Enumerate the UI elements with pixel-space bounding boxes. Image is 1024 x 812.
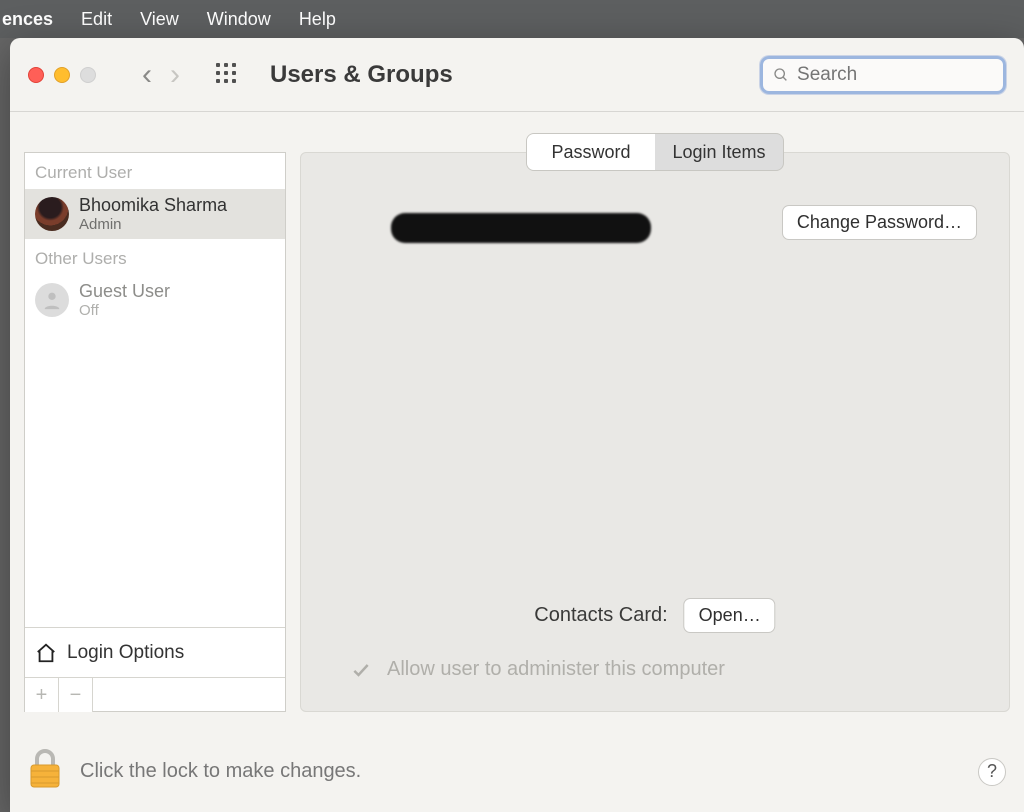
menubar-item-window[interactable]: Window [207, 9, 271, 30]
current-user-header: Current User [25, 153, 285, 189]
menubar-item-edit[interactable]: Edit [81, 9, 112, 30]
minimize-window-button[interactable] [54, 67, 70, 83]
menubar-item-help[interactable]: Help [299, 9, 336, 30]
lock-footer: Click the lock to make changes. ? [28, 749, 1006, 794]
lock-message: Click the lock to make changes. [80, 760, 361, 783]
system-menubar: ences Edit View Window Help [0, 0, 1024, 38]
other-users-header: Other Users [25, 239, 285, 275]
main-panel: Password Login Items Change Password… Co… [300, 152, 1010, 712]
close-window-button[interactable] [28, 67, 44, 83]
forward-button[interactable]: › [170, 60, 180, 90]
add-remove-bar: + − [25, 677, 285, 711]
menubar-app-name[interactable]: ences [0, 9, 53, 30]
open-contacts-button[interactable]: Open… [684, 598, 776, 633]
change-password-button[interactable]: Change Password… [782, 205, 977, 240]
window-title: Users & Groups [270, 61, 453, 89]
user-name-label: Bhoomika Sharma [79, 195, 227, 216]
search-icon [773, 66, 789, 84]
lock-icon [28, 749, 62, 789]
contacts-card-label: Contacts Card: [534, 604, 667, 627]
admin-checkbox-label: Allow user to administer this computer [387, 658, 725, 681]
menubar-item-view[interactable]: View [140, 9, 179, 30]
redacted-username [391, 213, 651, 243]
tab-password[interactable]: Password [527, 134, 655, 170]
user-row-guest[interactable]: Guest User Off [25, 275, 285, 325]
avatar [35, 197, 69, 231]
panel-tabs: Password Login Items [526, 133, 784, 171]
prefs-window: ‹ › Users & Groups Current User [10, 38, 1024, 812]
person-icon [41, 289, 63, 311]
show-all-button[interactable] [216, 63, 240, 87]
window-toolbar: ‹ › Users & Groups [10, 38, 1024, 112]
back-button[interactable]: ‹ [142, 60, 152, 90]
avatar [35, 283, 69, 317]
house-icon [35, 642, 57, 664]
login-options-button[interactable]: Login Options [25, 627, 285, 677]
admin-checkbox-row: Allow user to administer this computer [351, 658, 725, 681]
login-options-label: Login Options [67, 642, 184, 664]
user-name-label: Guest User [79, 281, 170, 302]
add-user-button[interactable]: + [25, 678, 59, 712]
search-field[interactable] [760, 56, 1006, 94]
zoom-window-button[interactable] [80, 67, 96, 83]
user-status-label: Off [79, 302, 170, 319]
help-button[interactable]: ? [978, 758, 1006, 786]
user-role-label: Admin [79, 216, 227, 233]
search-input[interactable] [797, 64, 993, 86]
user-list-sidebar: Current User Bhoomika Sharma Admin Other… [24, 152, 286, 712]
tab-login-items[interactable]: Login Items [655, 134, 783, 170]
remove-user-button[interactable]: − [59, 678, 93, 712]
checkmark-icon [351, 660, 371, 680]
user-row-current[interactable]: Bhoomika Sharma Admin [25, 189, 285, 239]
lock-button[interactable] [28, 749, 62, 794]
